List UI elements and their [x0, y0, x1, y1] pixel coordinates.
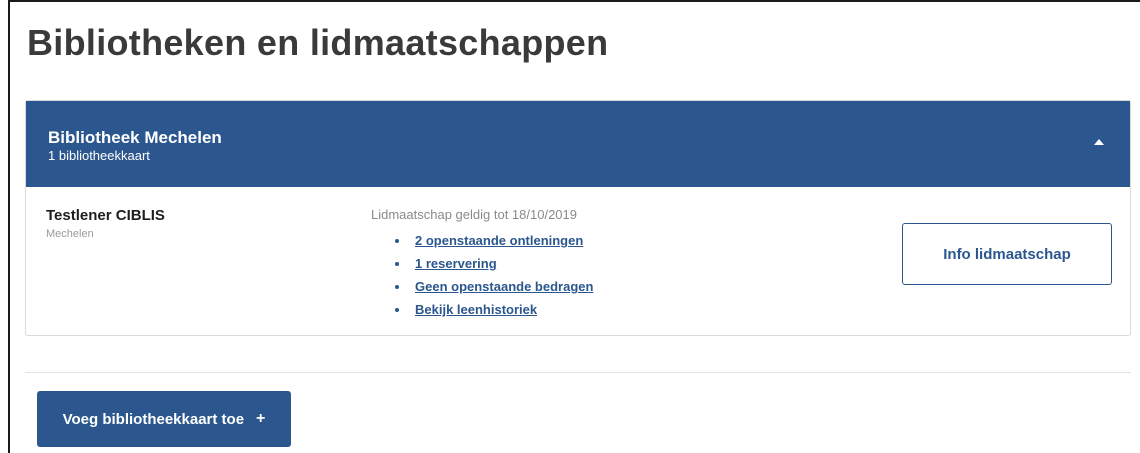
membership-validity: Lidmaatschap geldig tot 18/10/2019: [371, 207, 577, 222]
add-library-card-label: Voeg bibliotheekkaart toe: [62, 410, 245, 428]
bullet-icon: [395, 285, 399, 289]
page-title: Bibliotheken en lidmaatschappen: [27, 22, 609, 63]
library-panel-header[interactable]: Bibliotheek Mechelen 1 bibliotheekkaart: [26, 101, 1130, 187]
add-library-card-button[interactable]: Voeg bibliotheekkaart toe +: [37, 391, 291, 447]
reservations-link[interactable]: 1 reservering: [415, 256, 497, 271]
membership-links: 2 openstaande ontleningen 1 reservering …: [395, 229, 593, 321]
member-city: Mechelen: [46, 228, 94, 240]
list-item: 1 reservering: [395, 252, 593, 275]
chevron-up-icon: [1094, 139, 1104, 145]
list-item: Bekijk leenhistoriek: [395, 298, 593, 321]
bullet-icon: [395, 308, 399, 312]
divider: [25, 372, 1131, 373]
library-name: Bibliotheek Mechelen: [48, 128, 222, 147]
collapse-toggle-button[interactable]: [1086, 129, 1112, 155]
open-loans-link[interactable]: 2 openstaande ontleningen: [415, 233, 583, 248]
member-name: Testlener CIBLIS: [46, 207, 165, 224]
library-panel: Bibliotheek Mechelen 1 bibliotheekkaart …: [25, 100, 1131, 336]
list-item: 2 openstaande ontleningen: [395, 229, 593, 252]
list-item: Geen openstaande bedragen: [395, 275, 593, 298]
library-card-count: 1 bibliotheekkaart: [48, 148, 150, 163]
info-membership-button[interactable]: Info lidmaatschap: [902, 223, 1112, 285]
bullet-icon: [395, 262, 399, 266]
bullet-icon: [395, 239, 399, 243]
plus-icon: +: [256, 410, 266, 427]
outstanding-amounts-link[interactable]: Geen openstaande bedragen: [415, 279, 593, 294]
loan-history-link[interactable]: Bekijk leenhistoriek: [415, 302, 537, 317]
